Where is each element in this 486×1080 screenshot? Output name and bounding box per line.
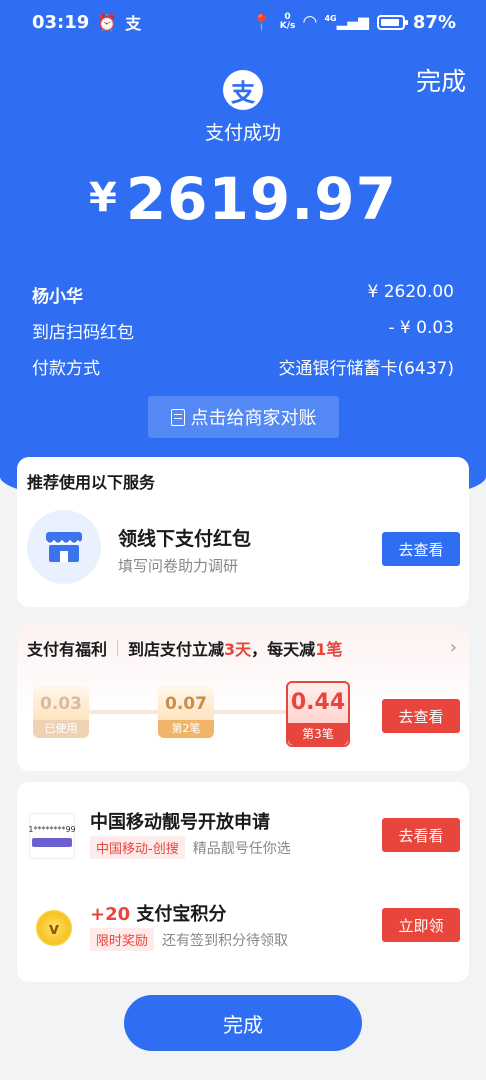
detail-label: 付款方式 [32,359,100,379]
welfare-header: 支付有福利 到店支付立减3天，每天减1笔 [27,636,342,660]
recommend-item-title: 领线下支付红包 [118,528,252,550]
status-time: 03:19 [32,11,90,33]
store-icon [27,510,101,584]
detail-row-payment-method: 付款方式 交通银行储蓄卡(6437) [32,354,454,379]
welfare-card[interactable]: 支付有福利 到店支付立减3天，每天减1笔 › 0.03 已使用 0.07 第2笔… [17,623,469,771]
offer-title: +20 支付宝积分 [90,904,227,925]
detail-value: 交通银行储蓄卡(6437) [278,359,454,379]
wifi-icon: ◠ [303,12,317,32]
battery-percent: 87% [412,11,456,33]
recommend-item-subtitle: 填写问卷助力调研 [118,557,239,575]
offer-desc: 还有签到积分待领取 [162,933,289,949]
done-bottom-button[interactable]: 完成 [124,995,362,1051]
points-coin-icon: v [36,910,72,946]
detail-label: 杨小华 [32,287,83,307]
recommend-title: 推荐使用以下服务 [27,473,156,492]
reconcile-button[interactable]: 点击给商家对账 [148,396,339,438]
detail-label: 到店扫码红包 [32,323,134,343]
mobile-number-icon: 1********99 [28,813,76,859]
alipay-logo-icon: 支 [223,70,263,110]
coupon-3: 0.44 第3笔 [286,681,350,747]
offer-tag: 限时奖励 [90,928,155,951]
offer-view-button[interactable]: 去看看 [382,818,460,852]
offer-subline: 限时奖励 还有签到积分待领取 [90,928,288,951]
coupon-2: 0.07 第2笔 [158,686,214,738]
welfare-view-button[interactable]: 去查看 [382,699,460,733]
payment-status-title: 支付成功 [204,122,281,144]
offer-claim-button[interactable]: 立即领 [382,908,460,942]
net-speed: 0 K/s [279,12,296,31]
amount-value: 2619.97 [125,165,397,233]
welfare-title: 支付有福利 [27,640,108,659]
detail-row-redpacket: 到店扫码红包 - ¥ 0.03 [32,318,454,343]
offer-desc: 精品靓号任你选 [192,841,291,857]
offer-subline: 中国移动-创搜 精品靓号任你选 [90,836,291,859]
payment-amount: ¥2619.97 [0,165,486,233]
recommend-view-button[interactable]: 去查看 [382,532,460,566]
offers-card: 1********99 中国移动靓号开放申请 中国移动-创搜 精品靓号任你选 去看… [17,782,469,982]
document-icon [170,408,185,426]
currency-symbol: ¥ [88,175,118,221]
alarm-icon: ⏰ [97,12,118,32]
offer-title: 中国移动靓号开放申请 [90,812,270,833]
reconcile-label: 点击给商家对账 [190,408,317,429]
coupon-1: 0.03 已使用 [33,686,89,738]
detail-value: ¥ 2620.00 [367,282,454,302]
detail-row-payee: 杨小华 ¥ 2620.00 [32,282,454,307]
done-top-button[interactable]: 完成 [416,62,466,98]
battery-icon [376,14,408,30]
chevron-right-icon[interactable]: › [450,637,457,658]
detail-value: - ¥ 0.03 [388,318,454,338]
location-icon: 📍 [251,12,272,32]
signal-icon: 4G▂▄▆ [324,13,369,31]
status-bar: 03:19 ⏰ 支 📍 0 K/s ◠ 4G▂▄▆ 87% [0,0,486,44]
recommend-card: 推荐使用以下服务 领线下支付红包 填写问卷助力调研 去查看 [17,457,469,607]
alipay-notification-icon: 支 [125,14,142,33]
welfare-desc: 到店支付立减3天，每天减1笔 [128,640,343,659]
offer-tag: 中国移动-创搜 [90,836,185,859]
